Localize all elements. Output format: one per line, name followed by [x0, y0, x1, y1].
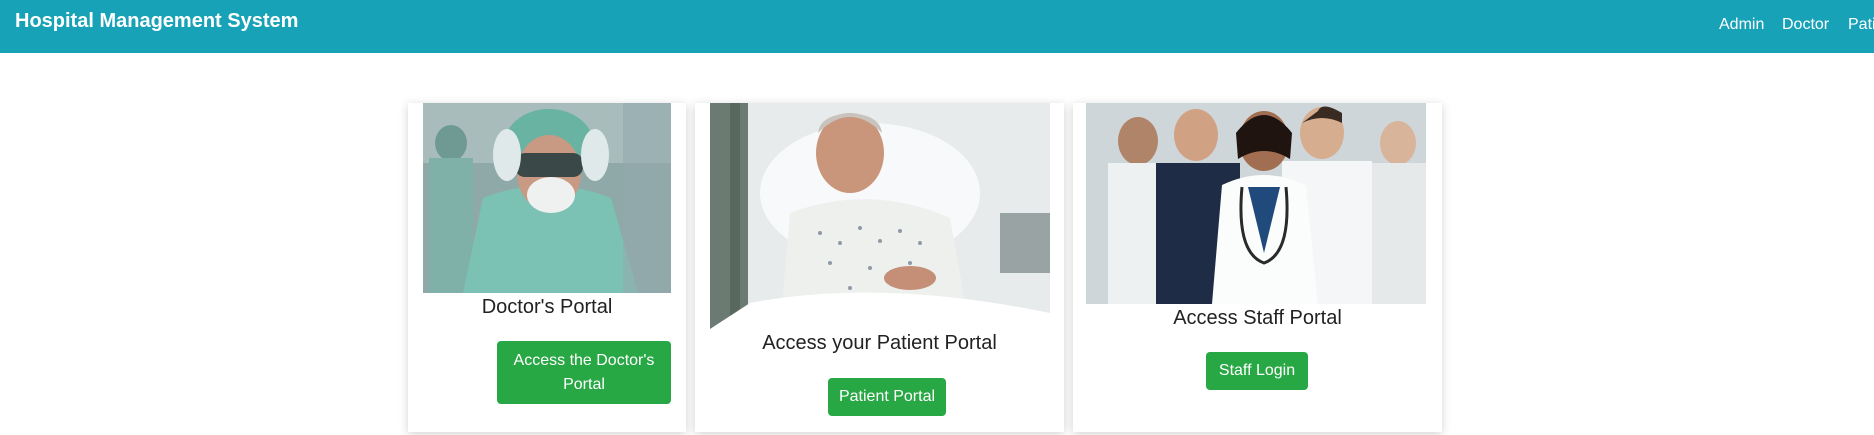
nav-link-admin[interactable]: Admin — [1719, 16, 1764, 34]
access-doctor-portal-button[interactable]: Access the Doctor's Portal — [497, 341, 671, 404]
patient-photo — [710, 103, 1050, 329]
brand-title[interactable]: Hospital Management System — [15, 10, 298, 33]
navbar: Hospital Management System Admin Doctor … — [0, 0, 1874, 53]
doctor-portal-card: Doctor's Portal Access the Doctor's Port… — [408, 103, 686, 432]
nav-link-doctor[interactable]: Doctor — [1782, 16, 1829, 34]
staff-photo — [1086, 103, 1426, 304]
patient-portal-button[interactable]: Patient Portal — [828, 378, 946, 416]
patient-portal-title: Access your Patient Portal — [762, 332, 997, 354]
staff-portal-title: Access Staff Portal — [1173, 307, 1342, 329]
patient-portal-card: Access your Patient Portal Patient Porta… — [695, 103, 1064, 432]
doctor-portal-title: Doctor's Portal — [481, 296, 613, 318]
nav-link-patient[interactable]: Patient — [1848, 16, 1874, 34]
staff-login-button[interactable]: Staff Login — [1206, 352, 1308, 390]
staff-portal-card: Access Staff Portal Staff Login — [1073, 103, 1442, 432]
doctor-photo — [423, 103, 671, 293]
